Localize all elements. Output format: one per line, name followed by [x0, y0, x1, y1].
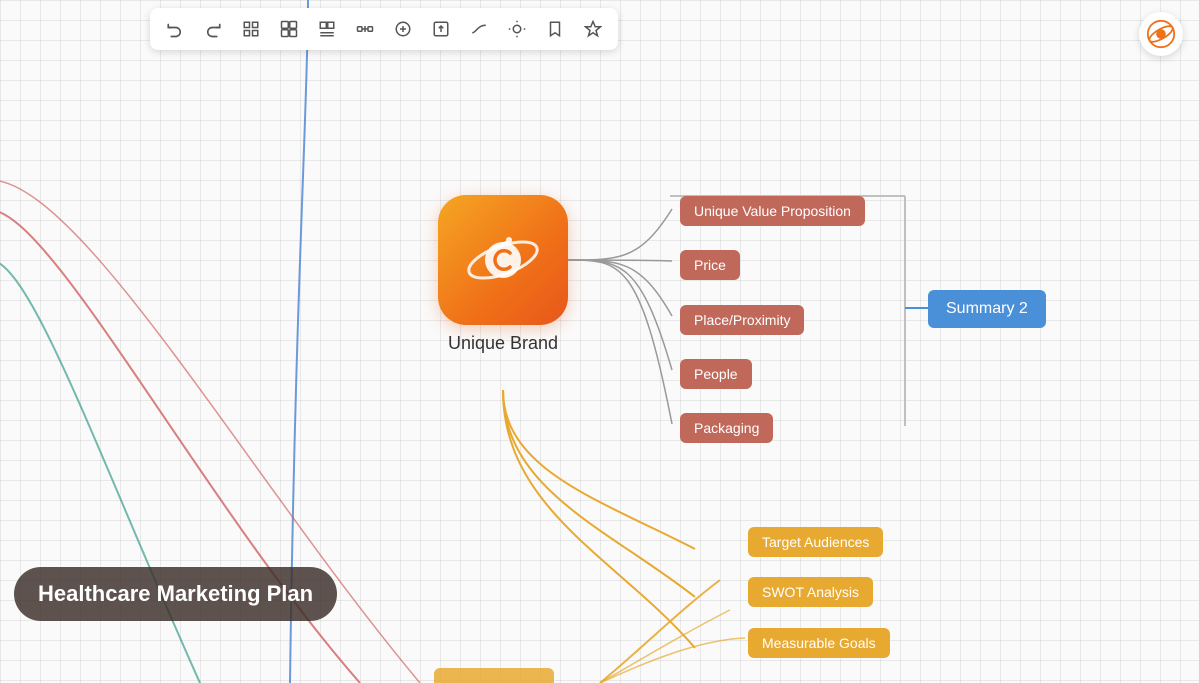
bookmark-button[interactable] [540, 14, 570, 44]
brand-icon [438, 195, 568, 325]
brand-label: Unique Brand [448, 333, 558, 354]
logo-area [1139, 12, 1183, 56]
ai-button[interactable] [578, 14, 608, 44]
node-packaging[interactable]: Packaging [680, 413, 773, 443]
toolbar [150, 8, 618, 50]
highlight-button[interactable] [502, 14, 532, 44]
undo-button[interactable] [160, 14, 190, 44]
ungroup-button[interactable] [274, 14, 304, 44]
node-unique-value[interactable]: Unique Value Proposition [680, 196, 865, 226]
app-logo [1139, 12, 1183, 56]
node-target-audiences[interactable]: Target Audiences [748, 527, 883, 557]
node-swot-analysis[interactable]: SWOT Analysis [748, 577, 873, 607]
summary-node[interactable]: Summary 2 [928, 290, 1046, 328]
arrange-button[interactable] [312, 14, 342, 44]
export-button[interactable] [426, 14, 456, 44]
insert-button[interactable] [388, 14, 418, 44]
group-button[interactable] [236, 14, 266, 44]
connect-button[interactable] [350, 14, 380, 44]
curve-button[interactable] [464, 14, 494, 44]
node-price[interactable]: Price [680, 250, 740, 280]
node-people[interactable]: People [680, 359, 752, 389]
redo-button[interactable] [198, 14, 228, 44]
brand-node[interactable]: Unique Brand [438, 195, 568, 354]
node-place[interactable]: Place/Proximity [680, 305, 804, 335]
main-node[interactable]: Healthcare Marketing Plan [14, 567, 337, 621]
node-measurable-goals[interactable]: Measurable Goals [748, 628, 890, 658]
